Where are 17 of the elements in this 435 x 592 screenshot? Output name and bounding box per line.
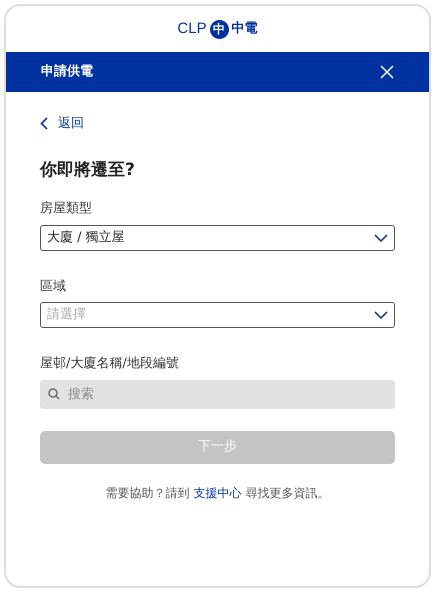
close-button[interactable] (380, 65, 394, 79)
field-label: 房屋類型 (40, 200, 93, 218)
logo-name: 中電 (232, 20, 258, 38)
dropdown[interactable]: 大廈 / 獨立屋 (40, 224, 395, 250)
logo-emblem: 中 (210, 20, 229, 38)
chevron-down-icon (374, 234, 388, 242)
field-label: 區域 (40, 278, 67, 296)
page-heading: 你即將遷至? (40, 158, 136, 182)
chevron-down-icon (374, 311, 388, 319)
back-link[interactable]: 返回 (40, 114, 395, 134)
search-field[interactable]: 搜索 (40, 380, 395, 408)
support-link[interactable]: 支援中心 (194, 486, 242, 500)
logo-text: CLP (177, 18, 207, 39)
chevron-left-icon (40, 117, 48, 130)
dialog-title: 申請供電 (41, 63, 93, 82)
help-text: 需要協助？請到 支援中心 尋找更多資訊。 (104, 484, 330, 502)
field-label: 屋邨/大廈名稱/地段編號 (40, 355, 180, 373)
